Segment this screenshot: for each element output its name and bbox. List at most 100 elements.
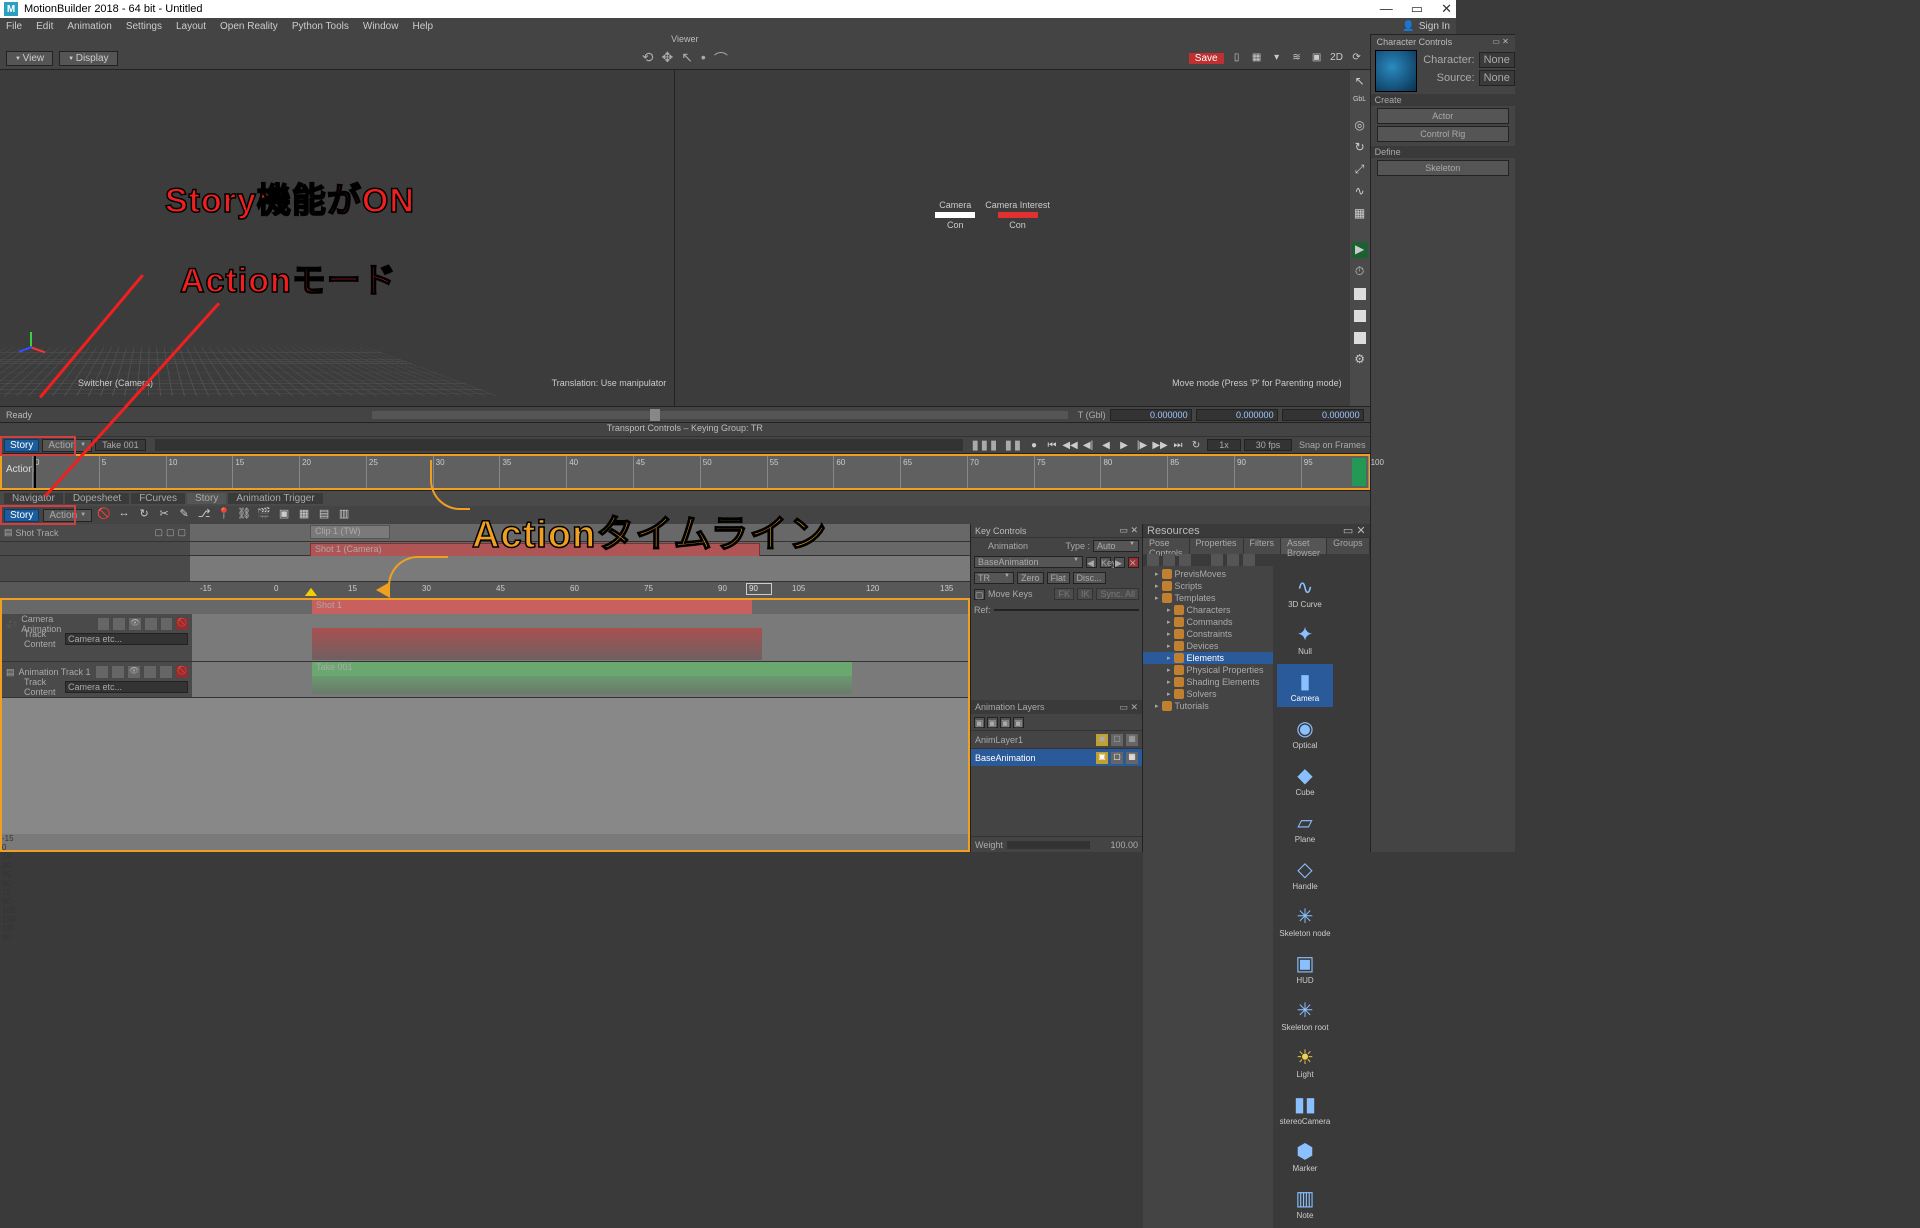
razor-icon[interactable]: ✂	[156, 507, 172, 523]
play-back-icon[interactable]: ◀	[1098, 440, 1114, 451]
reload-icon[interactable]: ⟳	[1350, 52, 1364, 66]
scale-icon[interactable]: ⤢	[1352, 162, 1368, 178]
layer1-mute[interactable]: ▢	[1111, 734, 1123, 746]
cc-close-icon[interactable]: ▭ ✕	[1492, 37, 1508, 46]
src-dropdown[interactable]: None	[1479, 70, 1515, 86]
tab-navigator[interactable]: Navigator	[4, 493, 63, 504]
key-btn[interactable]: Key	[1100, 557, 1111, 568]
type-dropdown[interactable]: Auto	[1093, 540, 1139, 552]
layer2-mute[interactable]: ▢	[1111, 752, 1123, 764]
play-icon[interactable]: ▶	[1116, 440, 1132, 451]
take-clip[interactable]: Take 001	[312, 662, 852, 676]
rec-icon[interactable]: ●	[1026, 440, 1042, 451]
menu-layout[interactable]: Layout	[176, 21, 206, 32]
curve-icon[interactable]: ∿	[1352, 184, 1368, 200]
gear-icon[interactable]: ⚙	[1352, 352, 1368, 368]
film-icon[interactable]: 🎬	[256, 507, 272, 523]
step-fwd-icon[interactable]: ▶▶	[1152, 440, 1168, 451]
t-btn-mute[interactable]: 🚫	[176, 618, 188, 630]
menu-file[interactable]: File	[6, 21, 22, 32]
a-btn-mute[interactable]: 🚫	[176, 666, 188, 678]
al-ico4[interactable]: ▣	[1013, 717, 1024, 728]
multi-icon[interactable]: ▦	[296, 507, 312, 523]
a-btn1[interactable]	[96, 666, 108, 678]
cube1-icon[interactable]	[1354, 288, 1366, 300]
tab-pose[interactable]: Pose Controls	[1143, 538, 1190, 554]
track-btn3[interactable]: ▢	[177, 527, 186, 538]
kc-close-icon[interactable]: ▭ ✕	[1119, 525, 1138, 536]
single-icon[interactable]: ▣	[276, 507, 292, 523]
asset-item-null[interactable]: ✦Null	[1277, 617, 1333, 660]
move-icon[interactable]: ✥	[661, 49, 673, 69]
range-end-handle[interactable]	[1352, 458, 1366, 486]
link-icon[interactable]: ⛓	[236, 507, 252, 523]
tab-groups[interactable]: Groups	[1327, 538, 1370, 554]
al-close-icon[interactable]: ▭ ✕	[1119, 702, 1138, 713]
action-mode-dropdown[interactable]: Action	[42, 439, 92, 452]
arrows-icon[interactable]: ↔	[116, 507, 132, 523]
t-btn5[interactable]	[161, 618, 173, 630]
pencil-icon[interactable]: ✎	[176, 507, 192, 523]
layer-dropdown[interactable]: BaseAnimation	[974, 556, 1083, 568]
zero-btn[interactable]: Zero	[1017, 572, 1044, 584]
tree-item-scripts[interactable]: Scripts	[1143, 580, 1273, 592]
tree-item-prevismoves[interactable]: PrevisMoves	[1143, 568, 1273, 580]
tab-dopesheet[interactable]: Dopesheet	[65, 493, 129, 504]
t-btn3[interactable]: 👁	[129, 618, 141, 630]
status-slider[interactable]	[372, 411, 1068, 419]
tree-item-elements[interactable]: Elements	[1143, 652, 1273, 664]
track-content-input-2[interactable]	[65, 681, 188, 693]
take-field[interactable]: Take 001	[95, 439, 146, 451]
cursor-tool-icon[interactable]: ↖	[1352, 74, 1368, 90]
dropdown-icon[interactable]: ▾	[1270, 52, 1284, 66]
action-ruler[interactable]: Action 051015202530354045505560657075808…	[2, 456, 1368, 488]
story-ruler-upper[interactable]: -15015304560759010512013590 90	[0, 582, 970, 598]
clip-shot1[interactable]: Shot 1 (Camera)	[310, 543, 760, 557]
next-key-btn[interactable]: ▶	[1114, 557, 1125, 568]
tab-story[interactable]: Story	[187, 493, 226, 504]
ref-field[interactable]	[994, 609, 1139, 611]
grid-icon[interactable]: ▦	[1352, 206, 1368, 222]
tree-item-characters[interactable]: Characters	[1143, 604, 1273, 616]
layer1-lock[interactable]: ▦	[1126, 734, 1138, 746]
menu-window[interactable]: Window	[363, 21, 399, 32]
twod-icon[interactable]: 2D	[1330, 52, 1344, 66]
flat-btn[interactable]: Flat	[1047, 572, 1070, 584]
skeleton-button[interactable]: Skeleton	[1377, 160, 1509, 176]
asset-item-hud[interactable]: ▣HUD	[1277, 946, 1333, 989]
tree-item-commands[interactable]: Commands	[1143, 616, 1273, 628]
cam-icon[interactable]: ▣	[1310, 52, 1324, 66]
range-box[interactable]: 90	[746, 583, 772, 595]
palette-icon[interactable]: ▦	[1250, 52, 1264, 66]
rotate-icon[interactable]: ↻	[1352, 140, 1368, 156]
tree-item-tutorials[interactable]: Tutorials	[1143, 700, 1273, 712]
t-btn2[interactable]	[113, 618, 125, 630]
t-y-field[interactable]: 0.000000	[1196, 409, 1278, 421]
view-small-icon[interactable]	[1147, 554, 1159, 566]
goto-start-icon[interactable]: ⏮	[1044, 440, 1060, 451]
ik-btn[interactable]: IK	[1077, 588, 1094, 600]
save-button[interactable]: Save	[1189, 53, 1224, 64]
view-grid-icon[interactable]	[1227, 554, 1239, 566]
asset-item-note[interactable]: ▥Note	[1277, 1181, 1333, 1224]
menu-help[interactable]: Help	[412, 21, 433, 32]
view-list-icon[interactable]	[1211, 554, 1223, 566]
char-dropdown[interactable]: None	[1479, 52, 1515, 68]
menu-edit[interactable]: Edit	[36, 21, 53, 32]
label-gbl[interactable]: GbL	[1352, 96, 1368, 112]
layer2-lock[interactable]: ▦	[1126, 752, 1138, 764]
step-back-icon[interactable]: ◀◀	[1062, 440, 1078, 451]
tab-filters[interactable]: Filters	[1244, 538, 1282, 554]
tree-item-shading-elements[interactable]: Shading Elements	[1143, 676, 1273, 688]
tree-item-constraints[interactable]: Constraints	[1143, 628, 1273, 640]
a-btn5[interactable]	[160, 666, 172, 678]
tree-item-devices[interactable]: Devices	[1143, 640, 1273, 652]
waves-icon[interactable]: ≋	[1290, 52, 1304, 66]
camera-interest-node[interactable]: Camera Interest Con	[985, 200, 1050, 230]
tab-asset-browser[interactable]: Asset Browser	[1281, 538, 1327, 554]
orbit-icon[interactable]: ⟲	[642, 49, 654, 69]
sync-btn[interactable]: Sync. All	[1096, 588, 1139, 600]
del-key-btn[interactable]: ✕	[1128, 557, 1139, 568]
weight-value[interactable]: 100.00	[1094, 840, 1138, 850]
asset-item-skeleton-root[interactable]: ✳Skeleton root	[1277, 993, 1333, 1036]
